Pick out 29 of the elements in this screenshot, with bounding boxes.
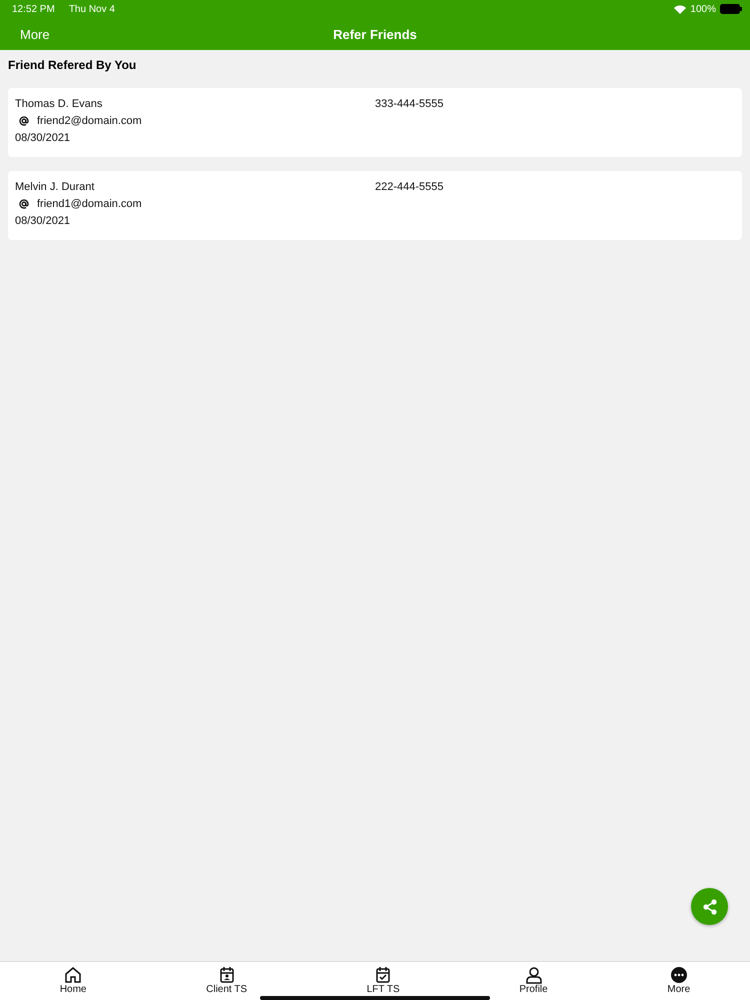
share-icon xyxy=(700,898,718,916)
home-icon xyxy=(64,966,82,984)
calendar-check-icon xyxy=(374,966,392,984)
status-date: Thu Nov 4 xyxy=(68,4,115,14)
friend-phone: 333-444-5555 xyxy=(375,98,444,110)
at-sign-icon xyxy=(19,199,29,209)
screen-title: Refer Friends xyxy=(333,26,417,42)
tab-item[interactable]: Home xyxy=(50,962,96,998)
tab-item[interactable]: Client TS xyxy=(196,962,258,998)
friend-email: friend2@domain.com xyxy=(37,115,142,127)
friend-email: friend1@domain.com xyxy=(37,198,142,210)
referral-date: 08/30/2021 xyxy=(15,215,72,227)
battery-level: 100% xyxy=(690,4,716,14)
friend-name: Melvin J. Durant xyxy=(15,181,96,193)
status-time: 12:52 PM xyxy=(12,4,55,14)
section-title: Friend Refered By You xyxy=(7,57,138,74)
tab-item[interactable]: LFT TS xyxy=(356,962,410,998)
person-icon xyxy=(524,966,543,984)
battery-icon xyxy=(720,4,742,14)
friend-phone: 222-444-5555 xyxy=(375,181,444,193)
more-icon xyxy=(670,966,688,984)
referral-date: 08/30/2021 xyxy=(15,132,72,144)
at-sign-icon xyxy=(19,116,29,126)
calendar-person-icon xyxy=(218,966,236,984)
wifi-icon xyxy=(674,4,686,14)
tab-item[interactable]: More xyxy=(657,962,700,998)
share-button[interactable] xyxy=(691,888,728,925)
friend-name: Thomas D. Evans xyxy=(15,98,104,110)
tab-item[interactable]: Profile xyxy=(509,962,558,998)
